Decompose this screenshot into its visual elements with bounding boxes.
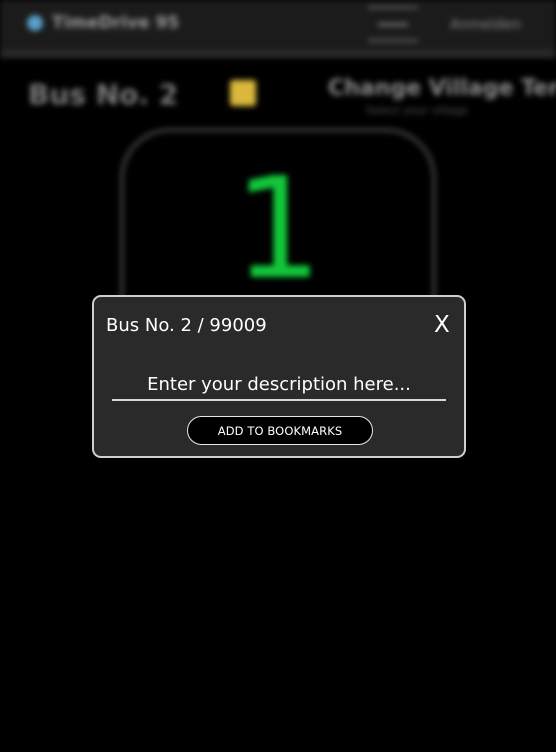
change-village-title[interactable]: Change Village Ter — [328, 76, 556, 101]
star-icon[interactable] — [230, 80, 256, 106]
login-link[interactable]: Anmelden — [450, 17, 521, 33]
dialog-title: Bus No. 2 / 99009 — [106, 315, 267, 336]
menu-icon[interactable] — [368, 6, 418, 42]
close-button[interactable]: X — [434, 311, 450, 339]
bus-heading: Bus No. 2 — [28, 78, 179, 111]
bus-page: TimeDrive 95 Anmelden Bus No. 2 Change V… — [0, 0, 556, 752]
bookmark-dialog: Bus No. 2 / 99009 X ADD TO BOOKMARKS — [92, 295, 466, 458]
change-village-subtitle: Select your village — [366, 104, 468, 117]
counter-value: 1 — [233, 148, 323, 311]
top-navigation-bar: TimeDrive 95 Anmelden — [0, 0, 556, 58]
description-input[interactable] — [112, 369, 446, 401]
app-logo-icon — [27, 15, 43, 31]
add-to-bookmarks-button[interactable]: ADD TO BOOKMARKS — [187, 416, 373, 445]
app-title: TimeDrive 95 — [52, 13, 180, 33]
